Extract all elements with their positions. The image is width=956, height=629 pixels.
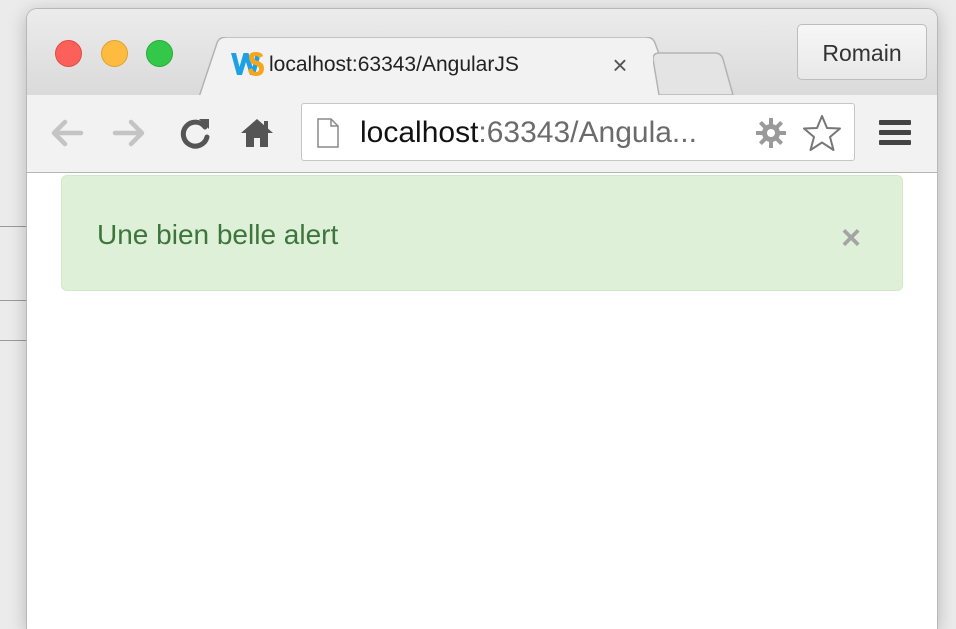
arrow-right-icon [112, 119, 145, 147]
back-button[interactable] [47, 111, 87, 155]
star-icon[interactable] [802, 114, 842, 152]
success-alert: Une bien belle alert × [61, 175, 903, 291]
url-host: localhost [360, 116, 479, 149]
profile-button[interactable]: Romain [797, 24, 927, 80]
navigation-toolbar: localhost:63343/Angula... [27, 95, 937, 173]
tab-active[interactable]: localhost:63343/AngularJS × [199, 37, 679, 97]
extension-gear-icon[interactable] [754, 116, 788, 150]
url-path: :63343/Angula... [478, 116, 697, 149]
close-window-button[interactable] [55, 40, 82, 67]
webstorm-icon [231, 52, 264, 76]
zoom-window-button[interactable] [146, 40, 173, 67]
page-icon [317, 118, 339, 148]
forward-button[interactable] [109, 111, 149, 155]
reload-icon [180, 119, 210, 149]
browser-window: localhost:63343/AngularJS × Romain local… [27, 9, 937, 629]
arrow-left-icon [51, 119, 84, 147]
minimize-window-button[interactable] [101, 40, 128, 67]
tab-title: localhost:63343/AngularJS [269, 53, 519, 76]
new-tab-button[interactable] [653, 47, 737, 97]
alert-close-button[interactable]: × [834, 220, 868, 256]
tab-strip: localhost:63343/AngularJS × Romain [27, 9, 937, 97]
tab-close-icon[interactable]: × [605, 50, 635, 80]
url-text: localhost:63343/Angula... [360, 104, 697, 162]
hamburger-menu-icon[interactable] [875, 113, 915, 153]
address-bar[interactable]: localhost:63343/Angula... [301, 103, 855, 161]
reload-button[interactable] [175, 111, 215, 155]
alert-message: Une bien belle alert [97, 219, 339, 250]
home-icon [241, 119, 273, 147]
page-viewport: Une bien belle alert × [27, 173, 937, 629]
home-button[interactable] [237, 111, 277, 155]
